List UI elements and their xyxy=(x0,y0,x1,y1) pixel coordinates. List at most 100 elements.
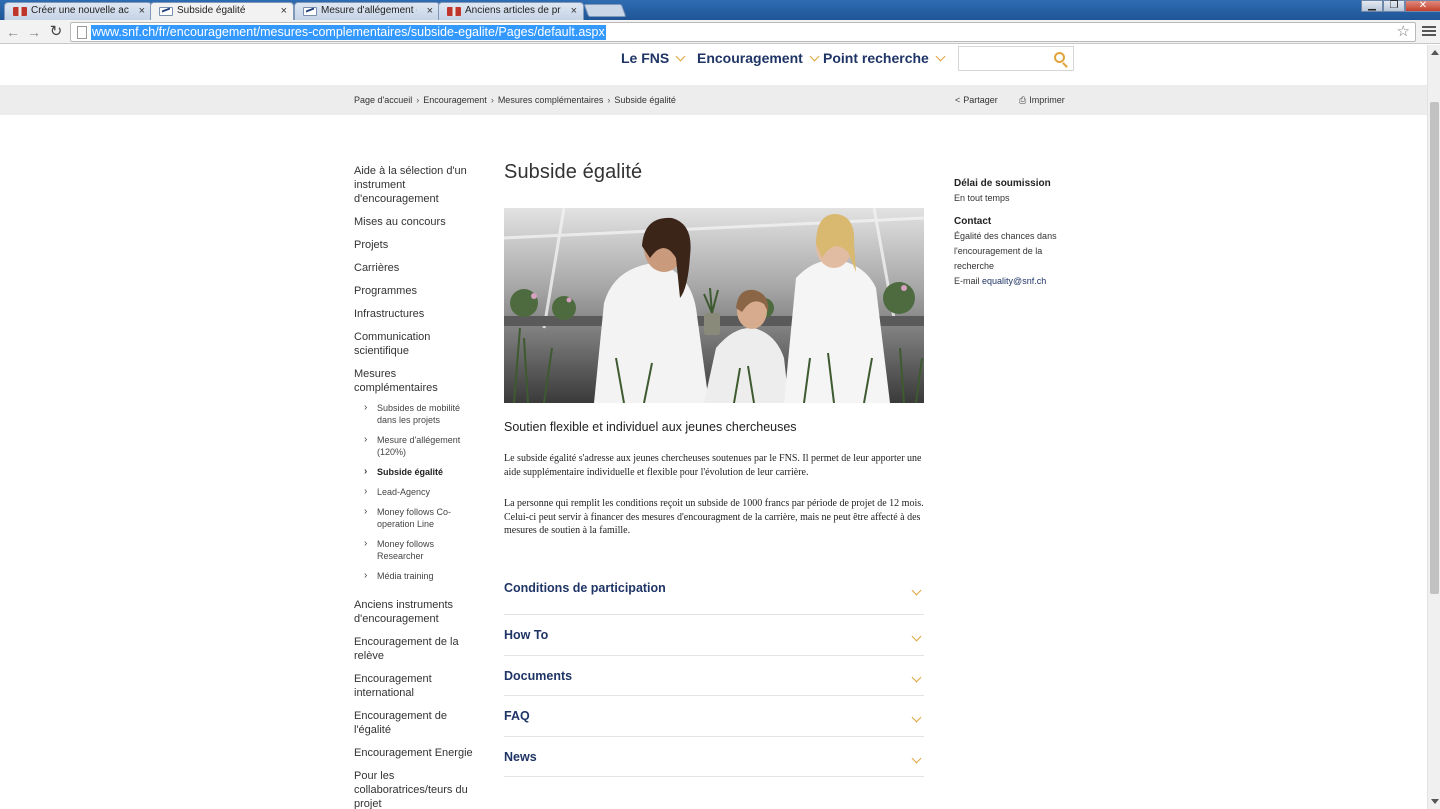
sidebar-subitem-money-cooperation[interactable]: Money follows Co-operation Line xyxy=(354,506,479,530)
share-button[interactable]: < Partager xyxy=(955,95,998,105)
accordion-title: FAQ xyxy=(504,709,530,723)
browser-toolbar: ← → ↻ www.snf.ch/fr/encouragement/mesure… xyxy=(0,20,1440,44)
sidebar-item-collaborateurs[interactable]: Pour les collaboratrices/teurs du projet xyxy=(354,769,479,809)
contact-text: Égalité des chances dans l'encouragement… xyxy=(954,231,1057,271)
nav-label: Point recherche xyxy=(823,50,929,66)
sidebar-item-energie[interactable]: Encouragement Energie xyxy=(354,746,479,760)
snf-favicon-icon xyxy=(303,7,317,16)
sidebar-item-egalite[interactable]: Encouragement de l'égalité xyxy=(354,709,479,737)
sidebar-item-programmes[interactable]: Programmes xyxy=(354,284,479,298)
tab-label: Mesure d'allégement (120 xyxy=(321,5,417,16)
reload-icon[interactable]: ↻ xyxy=(47,23,65,41)
sidebar-item-projets[interactable]: Projets xyxy=(354,238,479,252)
search-input[interactable] xyxy=(963,50,1049,68)
chevron-down-icon xyxy=(935,51,946,62)
sidebar-item-aide-selection[interactable]: Aide à la sélection d'un instrument d'en… xyxy=(354,164,479,206)
breadcrumb-item-home[interactable]: Page d'accueil xyxy=(354,95,412,105)
tab-close-icon[interactable]: × xyxy=(139,3,145,19)
breadcrumb-separator: › xyxy=(607,95,611,105)
hero-photo-illustration xyxy=(504,208,924,403)
print-button[interactable]: ⎙ Imprimer xyxy=(1019,95,1065,106)
accordion-how-to[interactable]: How To xyxy=(504,615,924,656)
tab-close-icon[interactable]: × xyxy=(427,3,433,19)
breadcrumb: Page d'accueil › Encouragement › Mesures com… xyxy=(354,95,676,105)
maximize-button[interactable]: ❐ xyxy=(1383,0,1405,12)
accordion: Conditions de participation How To Docum… xyxy=(504,575,924,777)
sidebar-item-anciens-instruments[interactable]: Anciens instruments d'encouragement xyxy=(354,598,479,626)
email-label: E-mail xyxy=(954,276,980,286)
snf-favicon-icon xyxy=(159,7,173,16)
breadcrumb-bar: Page d'accueil › Encouragement › Mesures com… xyxy=(0,85,1427,115)
tab-anciens-articles[interactable]: Anciens articles de presse × xyxy=(438,2,584,20)
accordion-news[interactable]: News xyxy=(504,737,924,777)
search-icon[interactable] xyxy=(1054,52,1065,63)
breadcrumb-item-mesures[interactable]: Mesures complémentaires xyxy=(498,95,604,105)
page-title: Subside égalité xyxy=(504,161,643,183)
fns-flag-favicon-icon xyxy=(13,7,27,16)
back-arrow-icon[interactable]: ← xyxy=(4,23,22,41)
accordion-title: News xyxy=(504,749,537,764)
sidebar-item-international[interactable]: Encouragement international xyxy=(354,672,479,700)
accordion-title: Documents xyxy=(504,668,573,683)
nav-point-recherche[interactable]: Point recherche xyxy=(823,50,946,66)
accordion-documents[interactable]: Documents xyxy=(504,656,924,696)
window-close-button[interactable]: ✕ xyxy=(1405,0,1440,12)
accordion-faq[interactable]: FAQ xyxy=(504,696,924,737)
sidebar-subitem-money-researcher[interactable]: Money follows Researcher xyxy=(354,538,479,562)
site-main-nav: Le FNS Encouragement Point recherche xyxy=(0,45,1427,85)
sidebar-item-releve[interactable]: Encouragement de la relève xyxy=(354,635,479,663)
contact-email-line: E-mail equality@snf.ch xyxy=(954,274,1074,289)
tab-close-icon[interactable]: × xyxy=(281,3,287,19)
info-aside: Délai de soumission En tout temps Contac… xyxy=(954,176,1074,289)
sidebar-subitem-lead-agency[interactable]: Lead-Agency xyxy=(354,486,479,498)
browser-menu-icon[interactable] xyxy=(1422,24,1436,40)
sidebar-item-infrastructures[interactable]: Infrastructures xyxy=(354,307,479,321)
sidebar-subitem-subside-egalite[interactable]: Subside égalité xyxy=(354,466,479,478)
breadcrumb-separator: › xyxy=(416,95,420,105)
intro-paragraph: Le subside égalité s'adresse aux jeunes … xyxy=(504,453,922,478)
tab-subside-egalite[interactable]: Subside égalité × xyxy=(150,2,294,20)
nav-encouragement[interactable]: Encouragement xyxy=(697,50,820,66)
tab-mesure-allegement[interactable]: Mesure d'allégement (120 × xyxy=(294,2,440,20)
tab-creer-actualite[interactable]: Créer une nouvelle actuali × xyxy=(4,2,152,20)
bookmark-star-icon[interactable]: ☆ xyxy=(1397,23,1410,41)
tab-label: Subside égalité xyxy=(177,5,246,16)
contact-block: Contact Égalité des chances dans l'encou… xyxy=(954,214,1074,289)
scroll-up-arrow-icon[interactable] xyxy=(1431,50,1439,55)
nav-label: Encouragement xyxy=(697,50,803,66)
share-icon: < xyxy=(955,95,961,105)
page-subtitle: Soutien flexible et individuel aux jeune… xyxy=(504,420,797,434)
browser-window: Créer une nouvelle actuali × Subside éga… xyxy=(0,0,1440,809)
page-scrollbar[interactable] xyxy=(1427,45,1440,809)
scrollbar-thumb[interactable] xyxy=(1430,102,1439,594)
tab-strip: Créer une nouvelle actuali × Subside éga… xyxy=(0,0,1440,20)
tab-close-icon[interactable]: × xyxy=(571,3,577,19)
sidebar-item-carrieres[interactable]: Carrières xyxy=(354,261,479,275)
deadline-value: En tout temps xyxy=(954,193,1010,203)
nav-le-fns[interactable]: Le FNS xyxy=(621,50,686,66)
chevron-down-icon xyxy=(675,51,686,62)
scroll-down-arrow-icon[interactable] xyxy=(1431,799,1439,804)
new-tab-button[interactable] xyxy=(583,4,627,17)
forward-arrow-icon[interactable]: → xyxy=(25,23,43,41)
sidebar-subitem-mobilite[interactable]: Subsides de mobilité dans les projets xyxy=(354,402,479,426)
address-bar[interactable]: www.snf.ch/fr/encouragement/mesures-comp… xyxy=(70,22,1416,42)
sidebar-item-mesures-complementaires[interactable]: Mesures complémentaires xyxy=(354,367,479,395)
breadcrumb-item-encouragement[interactable]: Encouragement xyxy=(423,95,487,105)
accordion-title: How To xyxy=(504,628,549,642)
minimize-button[interactable]: ▁ xyxy=(1361,0,1383,12)
section-sidebar: Aide à la sélection d'un instrument d'en… xyxy=(354,164,479,809)
printer-icon: ⎙ xyxy=(1019,95,1027,105)
sidebar-subitem-allegement[interactable]: Mesure d'allégement (120%) xyxy=(354,434,479,458)
page-icon xyxy=(77,26,87,39)
url-text[interactable]: www.snf.ch/fr/encouragement/mesures-comp… xyxy=(91,25,606,40)
email-link[interactable]: equality@snf.ch xyxy=(982,276,1046,286)
sidebar-item-mises-au-concours[interactable]: Mises au concours xyxy=(354,215,479,229)
accordion-conditions[interactable]: Conditions de participation xyxy=(504,575,924,615)
accordion-title: Conditions de participation xyxy=(504,580,666,595)
deadline-block: Délai de soumission En tout temps xyxy=(954,176,1074,206)
sidebar-subitem-media-training[interactable]: Média training xyxy=(354,570,479,582)
sidebar-item-communication[interactable]: Communication scientifique xyxy=(354,330,479,358)
deadline-heading: Délai de soumission xyxy=(954,178,1051,189)
chevron-down-icon xyxy=(911,631,922,642)
